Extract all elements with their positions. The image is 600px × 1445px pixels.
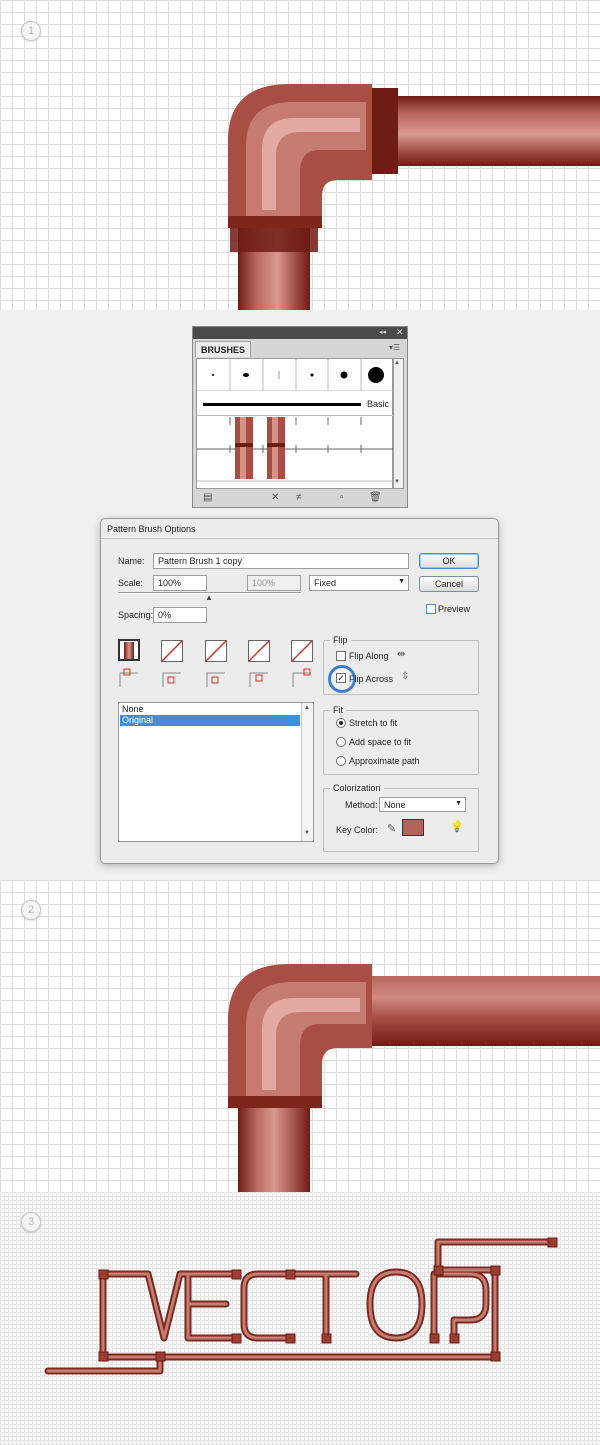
dropdown-arrow-icon: ▼ [455, 800, 462, 807]
method-label: Method: [345, 800, 378, 810]
fit-approximate-label: Approximate path [349, 756, 420, 766]
scale-label: Scale: [118, 578, 144, 588]
preview-checkbox[interactable] [426, 604, 436, 614]
fit-approximate-radio[interactable] [336, 756, 346, 766]
pipe-elbow-flipped-illustration [228, 964, 600, 1192]
brush-list: Basic [196, 358, 394, 489]
flip-along-checkbox[interactable] [336, 651, 346, 661]
ok-button[interactable]: OK [419, 553, 479, 569]
method-select[interactable]: None ▼ [379, 797, 466, 812]
flip-along-icon: ⇹ [397, 649, 406, 660]
pipe-elbow-illustration [228, 84, 600, 310]
scale-mode-select[interactable]: Fixed ▼ [309, 575, 409, 591]
brush-list-scrollbar[interactable] [393, 358, 404, 489]
tile-outer-corner[interactable] [161, 640, 183, 662]
scroll-down-icon[interactable]: ▼ [394, 479, 400, 485]
tips-lightbulb-icon[interactable]: 💡 [450, 820, 464, 833]
pattern-list-item-none[interactable]: None [120, 704, 300, 715]
close-icon[interactable]: ✕ [396, 327, 404, 338]
tile-shape-icons [119, 668, 311, 687]
brushes-tab-label: BRUSHES [201, 345, 246, 355]
step1-canvas: 1 [0, 0, 600, 310]
scroll-down-icon[interactable]: ▼ [304, 830, 310, 836]
tile-side[interactable] [118, 639, 140, 661]
pattern-list-item-original[interactable]: Original [120, 715, 300, 726]
flip-along-label: Flip Along [349, 651, 389, 661]
scroll-up-icon[interactable]: ▲ [394, 360, 400, 366]
step2-ui: ◂◂ ✕ BRUSHES ▾☰ Basic ▲ ▼ ▤ ✕ ≠ ▫ 🗑 Patt… [0, 310, 600, 880]
tile-empty-icon [249, 641, 269, 661]
key-color-swatch[interactable] [402, 819, 424, 836]
scale-slider-thumb-icon[interactable]: ▲ [205, 593, 213, 602]
preview-label: Preview [438, 604, 471, 614]
delete-brush-icon[interactable]: 🗑 [369, 492, 382, 503]
fit-stretch-label: Stretch to fit [349, 718, 398, 728]
step4-canvas: 3 [0, 1192, 600, 1445]
fit-stretch-radio[interactable] [336, 718, 346, 728]
name-label: Name: [118, 556, 145, 566]
fit-add-space-label: Add space to fit [349, 737, 412, 747]
flip-title: Flip [330, 635, 351, 645]
dialog-title: Pattern Brush Options [107, 524, 196, 534]
tile-start[interactable] [248, 640, 270, 662]
dropdown-arrow-icon: ▼ [398, 578, 405, 585]
spacing-field[interactable]: 0% [153, 607, 207, 623]
fit-add-space-radio[interactable] [336, 737, 346, 747]
brush-options-icon[interactable]: ≠ [296, 492, 302, 503]
scale-mode-value: Fixed [314, 578, 337, 588]
key-color-label: Key Color: [336, 825, 379, 835]
basic-brush-stroke [203, 403, 361, 406]
tile-empty-icon [292, 641, 312, 661]
fit-title: Fit [330, 705, 346, 715]
cancel-button[interactable]: Cancel [419, 576, 479, 592]
name-field[interactable]: Pattern Brush 1 copy [153, 553, 409, 569]
flip-across-label: Flip Across [349, 674, 394, 684]
pattern-list: None Original ▲ ▼ [118, 702, 314, 842]
flip-across-icon: ⇳ [401, 671, 410, 682]
panel-menu-icon[interactable]: ▾☰ [389, 343, 400, 352]
title-divider [101, 538, 498, 539]
remove-stroke-icon[interactable]: ✕ [271, 492, 279, 503]
collapse-icon[interactable]: ◂◂ [379, 328, 386, 336]
pattern-brush-row[interactable] [197, 417, 394, 489]
spacing-label: Spacing: [118, 610, 154, 620]
vector-pipe-lettering-illustration [44, 1237, 558, 1375]
brush-libraries-icon[interactable]: ▤ [203, 492, 212, 503]
step3-canvas: 2 [0, 880, 600, 1192]
tile-inner-corner[interactable] [205, 640, 227, 662]
tile-side-pipe [124, 642, 134, 659]
tile-empty-icon [206, 641, 226, 661]
panel-titlebar [193, 327, 407, 339]
pattern-list-scrollbar[interactable] [301, 703, 313, 841]
scale-field[interactable]: 100% [153, 575, 207, 591]
scroll-up-icon[interactable]: ▲ [304, 705, 310, 711]
eyedropper-icon[interactable]: ✎ [387, 822, 396, 835]
colorization-title: Colorization [330, 783, 384, 793]
flip-across-checkbox[interactable]: ✓ [336, 673, 346, 683]
scale-max-field: 100% [247, 575, 301, 591]
brushes-panel: ◂◂ ✕ BRUSHES ▾☰ Basic ▲ ▼ ▤ ✕ ≠ ▫ 🗑 [192, 326, 408, 508]
calligraphic-brush-row[interactable] [197, 359, 394, 391]
tile-empty-icon [162, 641, 182, 661]
pattern-brush-options-dialog: Pattern Brush Options Name: Pattern Brus… [100, 518, 499, 864]
basic-brush-label: Basic [367, 399, 390, 409]
basic-brush-row[interactable]: Basic [197, 392, 394, 416]
method-value: None [384, 800, 406, 810]
tile-end[interactable] [291, 640, 313, 662]
brushes-tab[interactable]: BRUSHES [195, 341, 251, 357]
new-brush-icon[interactable]: ▫ [340, 492, 344, 503]
